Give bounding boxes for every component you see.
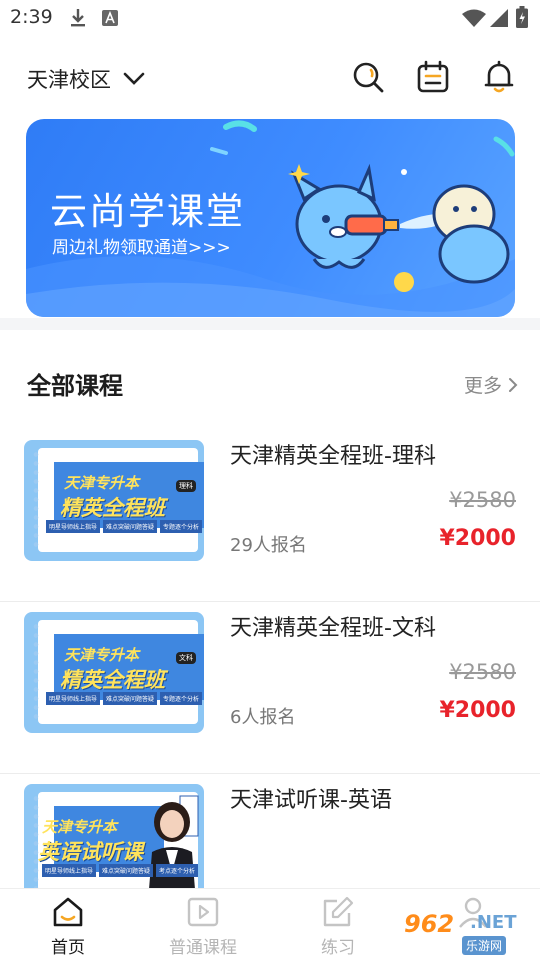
thumb-tag: 难点突破问题答疑 (103, 692, 158, 705)
thumb-line2: 精英全程班 (60, 496, 165, 520)
app-header: 天津校区 (0, 52, 540, 104)
calendar-icon[interactable] (416, 60, 450, 94)
thumb-binding (31, 450, 41, 550)
chevron-down-icon (123, 72, 145, 85)
thumb-tag: 明星导师线上指导 (46, 692, 101, 705)
watermark-name: 乐游网 (462, 936, 507, 955)
more-label: 更多 (463, 375, 502, 397)
wifi-icon (462, 9, 486, 27)
section-divider (0, 318, 540, 330)
search-icon[interactable] (351, 60, 385, 94)
banner-title: 云尚学课堂 (50, 190, 245, 233)
home-icon (53, 897, 83, 927)
thumb-line1: 天津专升本 (64, 646, 140, 664)
course-price: ¥2000 (439, 698, 516, 723)
section-title: 全部课程 (27, 372, 123, 400)
tab-label: 练习 (321, 938, 355, 958)
course-price: ¥2000 (439, 526, 516, 551)
status-bar: 2:39 (0, 0, 540, 36)
more-courses-link[interactable]: 更多 (464, 371, 518, 398)
thumb-tag: 明星导师线上指导 (42, 864, 97, 877)
watermark-number: 962 (404, 910, 455, 938)
thumb-line1: 天津专升本 (42, 818, 118, 836)
font-app-icon (102, 10, 118, 26)
thumb-tag: 专题逐个分析 (160, 692, 203, 705)
banner-subtitle-link[interactable]: 周边礼物领取通道>>> (52, 233, 231, 258)
course-item[interactable]: 天津专升本 精英全程班 文科 明星导师线上指导 难点突破问题答疑 专题逐个分析 … (0, 602, 540, 774)
thumb-binding (31, 622, 41, 722)
battery-icon (516, 6, 528, 28)
thumb-badge: 理科 (176, 480, 196, 492)
thumb-tag: 专题逐个分析 (160, 520, 203, 533)
course-original-price: ¥2580 (449, 660, 516, 684)
tab-label: 普通课程 (169, 938, 237, 958)
thumb-tags: 明星导师线上指导 难点突破问题答疑 考点逐个分析 (42, 864, 199, 877)
course-thumbnail: 天津专升本 精英全程班 文科 明星导师线上指导 难点突破问题答疑 专题逐个分析 (24, 612, 204, 733)
thumb-line2: 英语试听课 (38, 840, 143, 864)
thumb-line2: 精英全程班 (60, 668, 165, 692)
status-time: 2:39 (10, 6, 53, 28)
bell-icon[interactable] (482, 60, 516, 94)
course-title: 天津精英全程班-文科 (230, 616, 436, 641)
teacher-photo (148, 795, 199, 902)
thumb-tag: 难点突破问题答疑 (103, 520, 158, 533)
site-watermark: 962 .NET 乐游网 (400, 908, 536, 955)
thumb-tags: 明星导师线上指导 难点突破问题答疑 专题逐个分析 (46, 692, 203, 705)
video-course-icon (187, 897, 219, 927)
course-thumbnail: 天津专升本 精英全程班 理科 明星导师线上指导 难点突破问题答疑 专题逐个分析 (24, 440, 204, 561)
course-item[interactable]: 天津专升本 精英全程班 理科 明星导师线上指导 难点突破问题答疑 专题逐个分析 … (0, 430, 540, 602)
watermark-domain: .NET (470, 912, 517, 933)
signal-icon (490, 9, 508, 27)
tab-label: 首页 (51, 938, 85, 958)
thumb-badge: 文科 (176, 652, 196, 664)
edit-practice-icon (323, 896, 354, 927)
course-original-price: ¥2580 (449, 488, 516, 512)
tab-practice[interactable]: 练习 (288, 895, 388, 958)
campus-label: 天津校区 (27, 68, 111, 92)
thumb-tag: 明星导师线上指导 (46, 520, 101, 533)
campus-selector[interactable]: 天津校区 (27, 64, 145, 94)
thumb-tags: 明星导师线上指导 难点突破问题答疑 专题逐个分析 (46, 520, 203, 533)
course-title: 天津精英全程班-理科 (230, 444, 436, 469)
course-title: 天津试听课-英语 (230, 788, 392, 813)
mascot-illustration (288, 163, 510, 292)
promo-banner[interactable]: 云尚学课堂 周边礼物领取通道>>> (26, 119, 515, 317)
chevron-right-icon (509, 377, 518, 392)
course-thumbnail: 天津专升本 英语试听课 明星导师线上指导 难点突破问题答疑 考点逐个分析 (24, 784, 204, 905)
thumb-tag: 难点突破问题答疑 (99, 864, 154, 877)
course-enrolled-count: 6人报名 (230, 707, 296, 728)
thumb-line1: 天津专升本 (64, 474, 140, 492)
thumb-tag: 考点逐个分析 (156, 864, 199, 877)
tab-home[interactable]: 首页 (18, 895, 118, 958)
download-icon (71, 9, 85, 27)
course-enrolled-count: 29人报名 (230, 535, 307, 556)
tab-courses[interactable]: 普通课程 (153, 895, 253, 958)
